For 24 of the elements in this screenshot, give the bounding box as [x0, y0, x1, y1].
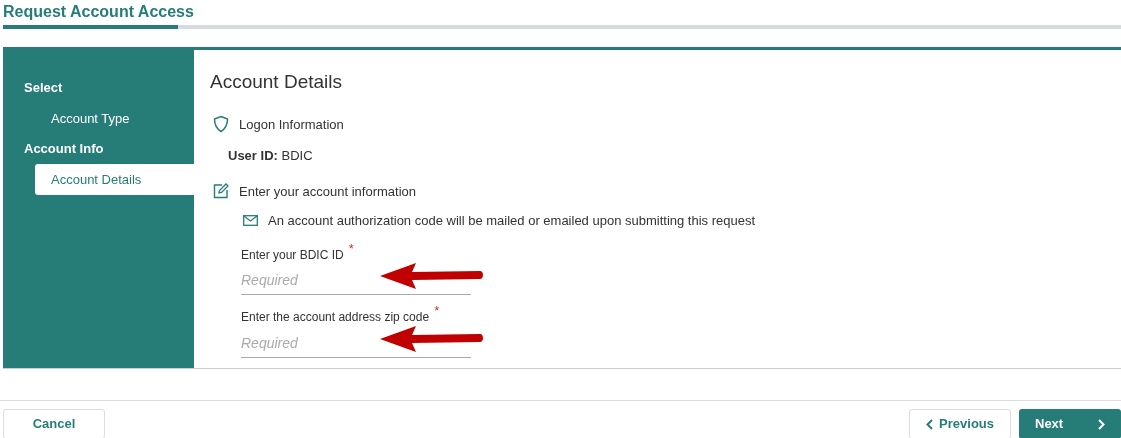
chevron-left-icon	[926, 418, 933, 430]
user-id-text: User ID: BDIC	[228, 147, 314, 165]
required-asterisk: *	[348, 239, 354, 258]
info-title: Enter your account information	[239, 182, 417, 201]
next-button[interactable]: Next	[1019, 409, 1121, 438]
field-label: Enter your BDIC ID	[241, 246, 344, 264]
previous-button[interactable]: Previous	[909, 409, 1011, 438]
notice-text: An account authorization code will be mailed or emailed upon submitting this request	[268, 212, 756, 230]
input-field[interactable]: Required	[241, 264, 376, 294]
sidebar-heading: Account Info	[24, 140, 104, 158]
section-heading: Account Details	[210, 70, 343, 94]
logon-title: Logon Information	[239, 115, 344, 134]
sidebar-item[interactable]: Account Details	[35, 163, 194, 195]
sidebar-item[interactable]: Account Type	[35, 102, 194, 134]
shield-icon	[213, 115, 229, 134]
cancel-button[interactable]: Cancel	[3, 409, 105, 438]
chevron-right-icon	[1098, 418, 1105, 430]
edit-icon	[213, 183, 229, 200]
page-title: Request Account Access	[2, 2, 195, 22]
sidebar-heading: Select	[24, 79, 63, 97]
field-label: Enter the account address zip code	[241, 309, 430, 326]
required-asterisk: *	[434, 302, 440, 320]
mail-icon	[243, 215, 258, 227]
input-field[interactable]: Required	[241, 326, 376, 357]
